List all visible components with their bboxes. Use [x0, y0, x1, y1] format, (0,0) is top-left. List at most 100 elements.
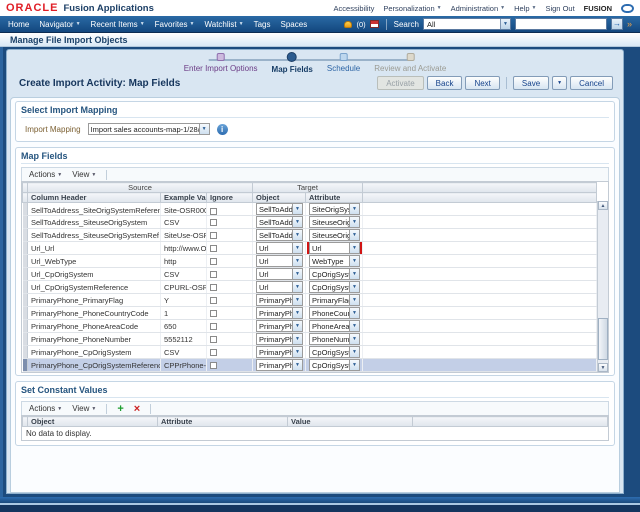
- import-mapping-select[interactable]: Import sales accounts-map-1/28/13 ▼: [87, 123, 210, 135]
- ignore-checkbox[interactable]: [210, 323, 217, 331]
- attribute-select[interactable]: PhoneAreaCode ▼: [309, 320, 361, 332]
- nav-item[interactable]: Tags: [254, 20, 271, 29]
- ignore-checkbox[interactable]: [210, 258, 217, 266]
- map-field-row[interactable]: PrimaryPhone_PhoneAreaCode 650 PrimaryPh…: [22, 319, 597, 333]
- save-button[interactable]: Save: [512, 76, 550, 90]
- attribute-select[interactable]: PrimaryFlag ▼: [309, 294, 361, 306]
- attribute-select[interactable]: PhoneNumber ▼: [309, 333, 361, 345]
- ignore-checkbox[interactable]: [210, 271, 217, 279]
- train-step[interactable]: Map Fields: [272, 52, 313, 74]
- ignore-checkbox[interactable]: [210, 232, 217, 240]
- search-scope-select[interactable]: All ▼: [422, 18, 511, 30]
- ignore-checkbox[interactable]: [210, 297, 217, 305]
- chat-bubble-icon[interactable]: [621, 3, 634, 13]
- attribute-select[interactable]: SiteuseOrigSyst ▼: [309, 229, 361, 241]
- ignore-checkbox[interactable]: [210, 362, 217, 370]
- map-field-row[interactable]: PrimaryPhone_PhoneNumber 5552112 Primary…: [22, 332, 597, 346]
- map-field-row[interactable]: Url_Url http://www.OneSA1x Url ▼: [22, 241, 597, 255]
- attribute-select[interactable]: CpOrigSystemR ▼: [309, 281, 361, 293]
- object-select[interactable]: PrimaryPhone ▼: [256, 320, 304, 332]
- nav-item[interactable]: Recent Items ▼: [91, 20, 145, 29]
- object-select[interactable]: PrimaryPhone ▼: [256, 307, 304, 319]
- object-select[interactable]: Url ▼: [256, 281, 304, 293]
- calendar-icon[interactable]: [369, 20, 379, 28]
- example-value-column[interactable]: Example Value: [160, 192, 207, 203]
- global-link[interactable]: FUSION: [584, 4, 612, 13]
- ignore-checkbox[interactable]: [210, 336, 217, 344]
- scroll-up-icon[interactable]: ▲: [598, 201, 608, 210]
- ignore-checkbox[interactable]: [210, 207, 217, 215]
- train-step[interactable]: Review and Activate: [374, 53, 446, 73]
- map-field-row[interactable]: Url_WebType http Url ▼ WebType ▼: [22, 254, 597, 268]
- nav-item[interactable]: Spaces: [281, 20, 308, 29]
- object-select[interactable]: PrimaryPhone ▼: [256, 294, 304, 306]
- object-select[interactable]: SellToAddress ▼: [256, 203, 304, 215]
- nav-item[interactable]: Watchlist ▼: [205, 20, 244, 29]
- ignore-checkbox[interactable]: [210, 284, 217, 292]
- actions-menu[interactable]: Actions ▼: [29, 404, 62, 413]
- activate-button[interactable]: Activate: [377, 76, 424, 90]
- object-column[interactable]: Object: [27, 416, 158, 427]
- attribute-select[interactable]: WebType ▼: [309, 255, 361, 267]
- attribute-column[interactable]: Attribute: [157, 416, 288, 427]
- advanced-search-icon[interactable]: »: [627, 19, 632, 29]
- global-link[interactable]: Accessibility: [334, 4, 375, 13]
- ignore-checkbox[interactable]: [210, 349, 217, 357]
- attribute-select[interactable]: SiteOrigSystemR ▼: [309, 203, 361, 215]
- object-select[interactable]: PrimaryPhone ▼: [256, 346, 304, 358]
- view-menu[interactable]: View ▼: [72, 404, 96, 413]
- actions-menu[interactable]: Actions ▼: [29, 170, 62, 179]
- object-select[interactable]: Url ▼: [256, 242, 304, 254]
- object-select[interactable]: SellToAddress ▼: [256, 229, 304, 241]
- attribute-column[interactable]: Attribute: [305, 192, 364, 203]
- global-link[interactable]: Sign Out: [545, 4, 574, 13]
- add-row-icon[interactable]: +: [117, 403, 123, 414]
- search-input[interactable]: [514, 18, 607, 30]
- value-column[interactable]: Value: [287, 416, 413, 427]
- map-field-row[interactable]: SellToAddress_SiteOrigSystemReference Si…: [22, 202, 597, 216]
- global-link[interactable]: Personalization ▼: [383, 4, 441, 13]
- attribute-select[interactable]: Url ▼: [307, 241, 362, 254]
- ignore-checkbox[interactable]: [210, 310, 217, 318]
- train-step[interactable]: Enter Import Options: [184, 53, 258, 73]
- cancel-button[interactable]: Cancel: [570, 76, 613, 90]
- scrollbar-thumb[interactable]: [598, 318, 608, 360]
- attribute-select[interactable]: CpOrigSystem ▼: [309, 268, 361, 280]
- attribute-select[interactable]: PhoneCountryC ▼: [309, 307, 361, 319]
- nav-item[interactable]: Navigator ▼: [39, 20, 80, 29]
- object-column[interactable]: Object: [252, 192, 307, 203]
- ignore-checkbox[interactable]: [210, 219, 217, 227]
- map-field-row[interactable]: PrimaryPhone_PhoneCountryCode 1 PrimaryP…: [22, 306, 597, 320]
- object-select[interactable]: PrimaryPhone ▼: [256, 359, 304, 371]
- train-step[interactable]: Schedule: [327, 53, 360, 73]
- nav-item[interactable]: Favorites ▼: [155, 20, 195, 29]
- ignore-column[interactable]: Ignore: [205, 192, 254, 203]
- back-button[interactable]: Back: [426, 76, 463, 90]
- map-field-row[interactable]: Url_CpOrigSystem CSV Url ▼ CpOrigSys ▼: [22, 267, 597, 281]
- notifications-bell-icon[interactable]: [344, 20, 353, 28]
- save-dropdown-icon[interactable]: ▼: [552, 76, 568, 90]
- delete-row-icon[interactable]: ×: [134, 403, 140, 414]
- ignore-checkbox[interactable]: [210, 245, 217, 253]
- map-field-row[interactable]: PrimaryPhone_CpOrigSystemReference CPPrP…: [22, 358, 597, 372]
- object-select[interactable]: PrimaryPhone ▼: [256, 333, 304, 345]
- global-link[interactable]: Help ▼: [514, 4, 536, 13]
- map-field-row[interactable]: PrimaryPhone_PrimaryFlag Y PrimaryPhone …: [22, 293, 597, 307]
- view-menu[interactable]: View ▼: [72, 170, 96, 179]
- attribute-select[interactable]: CpOrigSystem ▼: [309, 346, 361, 358]
- map-field-row[interactable]: Url_CpOrigSystemReference CPURL-OSR00000…: [22, 280, 597, 294]
- object-select[interactable]: Url ▼: [256, 255, 304, 267]
- object-select[interactable]: Url ▼: [256, 268, 304, 280]
- global-link[interactable]: Administration ▼: [451, 4, 505, 13]
- object-select[interactable]: SellToAddress ▼: [256, 216, 304, 228]
- nav-item[interactable]: Home: [8, 20, 29, 29]
- search-go-icon[interactable]: →: [610, 18, 623, 30]
- scrollbar-track[interactable]: [598, 210, 608, 363]
- map-field-row[interactable]: SellToAddress_SiteuseOrigSystem CSV Sell…: [22, 215, 597, 229]
- column-header-column[interactable]: Column Header: [27, 192, 161, 203]
- scroll-down-icon[interactable]: ▼: [598, 363, 608, 372]
- map-field-row[interactable]: PrimaryPhone_CpOrigSystem CSV PrimaryPho…: [22, 345, 597, 359]
- map-field-row[interactable]: SellToAddress_SiteuseOrigSystemRef SiteU…: [22, 228, 597, 242]
- attribute-select[interactable]: SiteuseOrigSyst ▼: [309, 216, 361, 228]
- next-button[interactable]: Next: [465, 76, 500, 90]
